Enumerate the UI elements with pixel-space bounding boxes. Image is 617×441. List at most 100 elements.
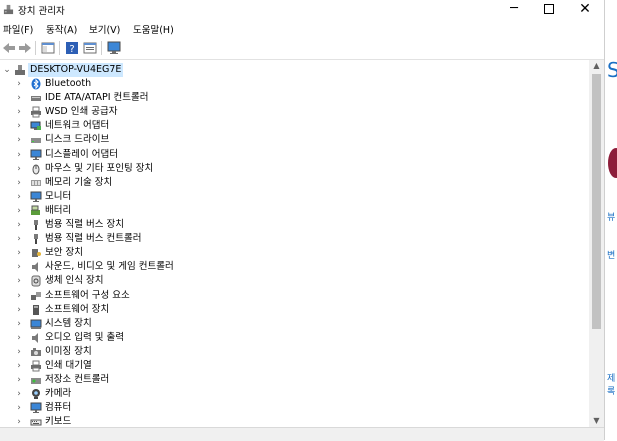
- tree-item-label: 이미징 장치: [45, 345, 92, 357]
- chevron-right-icon[interactable]: ›: [14, 205, 24, 217]
- back-arrow-icon[interactable]: [1, 40, 17, 56]
- tree-item[interactable]: › 오디오 입력 및 출력: [0, 331, 589, 345]
- tree-item[interactable]: › 모니터: [0, 190, 589, 204]
- tree-item[interactable]: › 범용 직렬 버스 장치: [0, 218, 589, 232]
- tree-item[interactable]: › 인쇄 대기열: [0, 359, 589, 373]
- tree-item[interactable]: › 생체 인식 장치: [0, 274, 589, 288]
- tree-item-label: 디스플레이 어댑터: [45, 148, 118, 160]
- chevron-right-icon[interactable]: ›: [14, 233, 24, 245]
- tree-item[interactable]: › 키보드: [0, 415, 589, 426]
- chevron-right-icon[interactable]: ›: [14, 120, 24, 132]
- tree-item[interactable]: › 소프트웨어 구성 요소: [0, 289, 589, 303]
- maximize-button[interactable]: [532, 0, 566, 19]
- tree-item-label: 보안 장치: [45, 247, 83, 259]
- forward-arrow-icon[interactable]: [17, 40, 33, 56]
- vertical-scrollbar[interactable]: ▲ ▼: [589, 60, 604, 427]
- title-bar[interactable]: 장치 관리자 ─ ✕: [0, 0, 604, 19]
- minimize-button[interactable]: ─: [497, 0, 531, 19]
- disk-drive-icon: [30, 134, 42, 146]
- chevron-right-icon[interactable]: ›: [14, 346, 24, 358]
- show-hide-console-tree-icon[interactable]: [40, 40, 56, 56]
- chevron-right-icon[interactable]: ›: [14, 275, 24, 287]
- bluetooth-icon: [30, 78, 42, 90]
- tree-item[interactable]: › 저장소 컨트롤러: [0, 373, 589, 387]
- software-component-icon: [30, 290, 42, 302]
- chevron-right-icon[interactable]: ›: [14, 177, 24, 189]
- chevron-right-icon[interactable]: ›: [14, 92, 24, 104]
- usb-controller-icon: [30, 233, 42, 245]
- scroll-down-arrow-icon[interactable]: ▼: [589, 415, 604, 427]
- keyboard-icon: [30, 416, 42, 426]
- tree-item-label: IDE ATA/ATAPI 컨트롤러: [45, 92, 149, 104]
- software-device-icon: [30, 304, 42, 316]
- chevron-right-icon[interactable]: ›: [14, 247, 24, 259]
- tree-item[interactable]: › 마우스 및 기타 포인팅 장치: [0, 162, 589, 176]
- status-bar: [0, 427, 604, 441]
- tree-item[interactable]: › 카메라: [0, 387, 589, 401]
- tree-item[interactable]: › 사운드, 비디오 및 게임 컨트롤러: [0, 260, 589, 274]
- chevron-right-icon[interactable]: ›: [14, 360, 24, 372]
- tree-item[interactable]: › 메모리 기술 장치: [0, 176, 589, 190]
- device-tree: ⌄ DESKTOP-VU4EG7E › Bluetooth › IDE ATA/ATA…: [0, 60, 589, 426]
- tree-item[interactable]: › 소프트웨어 장치: [0, 303, 589, 317]
- mouse-icon: [30, 163, 42, 175]
- chevron-right-icon[interactable]: ›: [14, 318, 24, 330]
- chevron-right-icon[interactable]: ›: [14, 191, 24, 203]
- chevron-right-icon[interactable]: ›: [14, 388, 24, 400]
- scan-hardware-monitor-icon[interactable]: [106, 40, 122, 56]
- chevron-right-icon[interactable]: ›: [14, 374, 24, 386]
- menu-file[interactable]: 파일(F): [3, 22, 33, 36]
- tree-item[interactable]: › 배터리: [0, 204, 589, 218]
- tree-item-label: 컴퓨터: [45, 402, 72, 414]
- chevron-right-icon[interactable]: ›: [14, 402, 24, 414]
- tree-item[interactable]: › 디스플레이 어댑터: [0, 148, 589, 162]
- tree-item[interactable]: › 범용 직렬 버스 컨트롤러: [0, 232, 589, 246]
- tree-item[interactable]: › Bluetooth: [0, 77, 589, 91]
- device-manager-window: 장치 관리자 ─ ✕ 파일(F) 동작(A) 보기(V) 도움말(H) ? ⌄ …: [0, 0, 605, 441]
- print-queue-icon: [30, 360, 42, 372]
- storage-controller-icon: [30, 374, 42, 386]
- menu-help[interactable]: 도움말(H): [133, 22, 174, 36]
- chevron-right-icon[interactable]: ›: [14, 304, 24, 316]
- tree-root-row[interactable]: ⌄ DESKTOP-VU4EG7E: [0, 63, 589, 77]
- menu-action[interactable]: 동작(A): [46, 22, 77, 36]
- tree-item[interactable]: › IDE ATA/ATAPI 컨트롤러: [0, 91, 589, 105]
- scroll-up-arrow-icon[interactable]: ▲: [589, 60, 604, 72]
- tree-item[interactable]: › 디스크 드라이브: [0, 133, 589, 147]
- tree-item[interactable]: › 보안 장치: [0, 246, 589, 260]
- tree-item[interactable]: › 이미징 장치: [0, 345, 589, 359]
- monitor-icon: [30, 191, 42, 203]
- properties-icon[interactable]: [82, 40, 98, 56]
- chevron-down-icon[interactable]: ⌄: [2, 64, 12, 76]
- chevron-right-icon[interactable]: ›: [14, 106, 24, 118]
- chevron-right-icon[interactable]: ›: [14, 78, 24, 90]
- ide-controller-icon: [30, 92, 42, 104]
- chevron-right-icon[interactable]: ›: [14, 332, 24, 344]
- tree-item[interactable]: › 네트워크 어댑터: [0, 119, 589, 133]
- background-window-text: 뷰: [607, 213, 616, 223]
- tree-item[interactable]: › 시스템 장치: [0, 317, 589, 331]
- camera-icon: [30, 388, 42, 400]
- close-button[interactable]: ✕: [568, 0, 602, 19]
- computer-root-icon: [15, 65, 25, 75]
- tree-item[interactable]: › 컴퓨터: [0, 401, 589, 415]
- chevron-right-icon[interactable]: ›: [14, 416, 24, 426]
- biometric-icon: [30, 275, 42, 287]
- help-icon[interactable]: ?: [64, 40, 80, 56]
- toolbar-separator: [35, 41, 36, 55]
- chevron-right-icon[interactable]: ›: [14, 163, 24, 175]
- tree-item[interactable]: › WSD 인쇄 공급자: [0, 105, 589, 119]
- security-device-icon: [30, 247, 42, 259]
- tree-item-label: WSD 인쇄 공급자: [45, 106, 118, 118]
- menu-view[interactable]: 보기(V): [89, 22, 120, 36]
- scrollbar-thumb[interactable]: [592, 74, 601, 329]
- chevron-right-icon[interactable]: ›: [14, 219, 24, 231]
- chevron-right-icon[interactable]: ›: [14, 149, 24, 161]
- chevron-right-icon[interactable]: ›: [14, 261, 24, 273]
- chevron-right-icon[interactable]: ›: [14, 134, 24, 146]
- chevron-right-icon[interactable]: ›: [14, 290, 24, 302]
- tree-item-label: 시스템 장치: [45, 317, 92, 329]
- background-window-text: 제록: [607, 374, 616, 397]
- tree-item-label: 범용 직렬 버스 컨트롤러: [45, 233, 142, 245]
- display-adapter-icon: [30, 149, 42, 161]
